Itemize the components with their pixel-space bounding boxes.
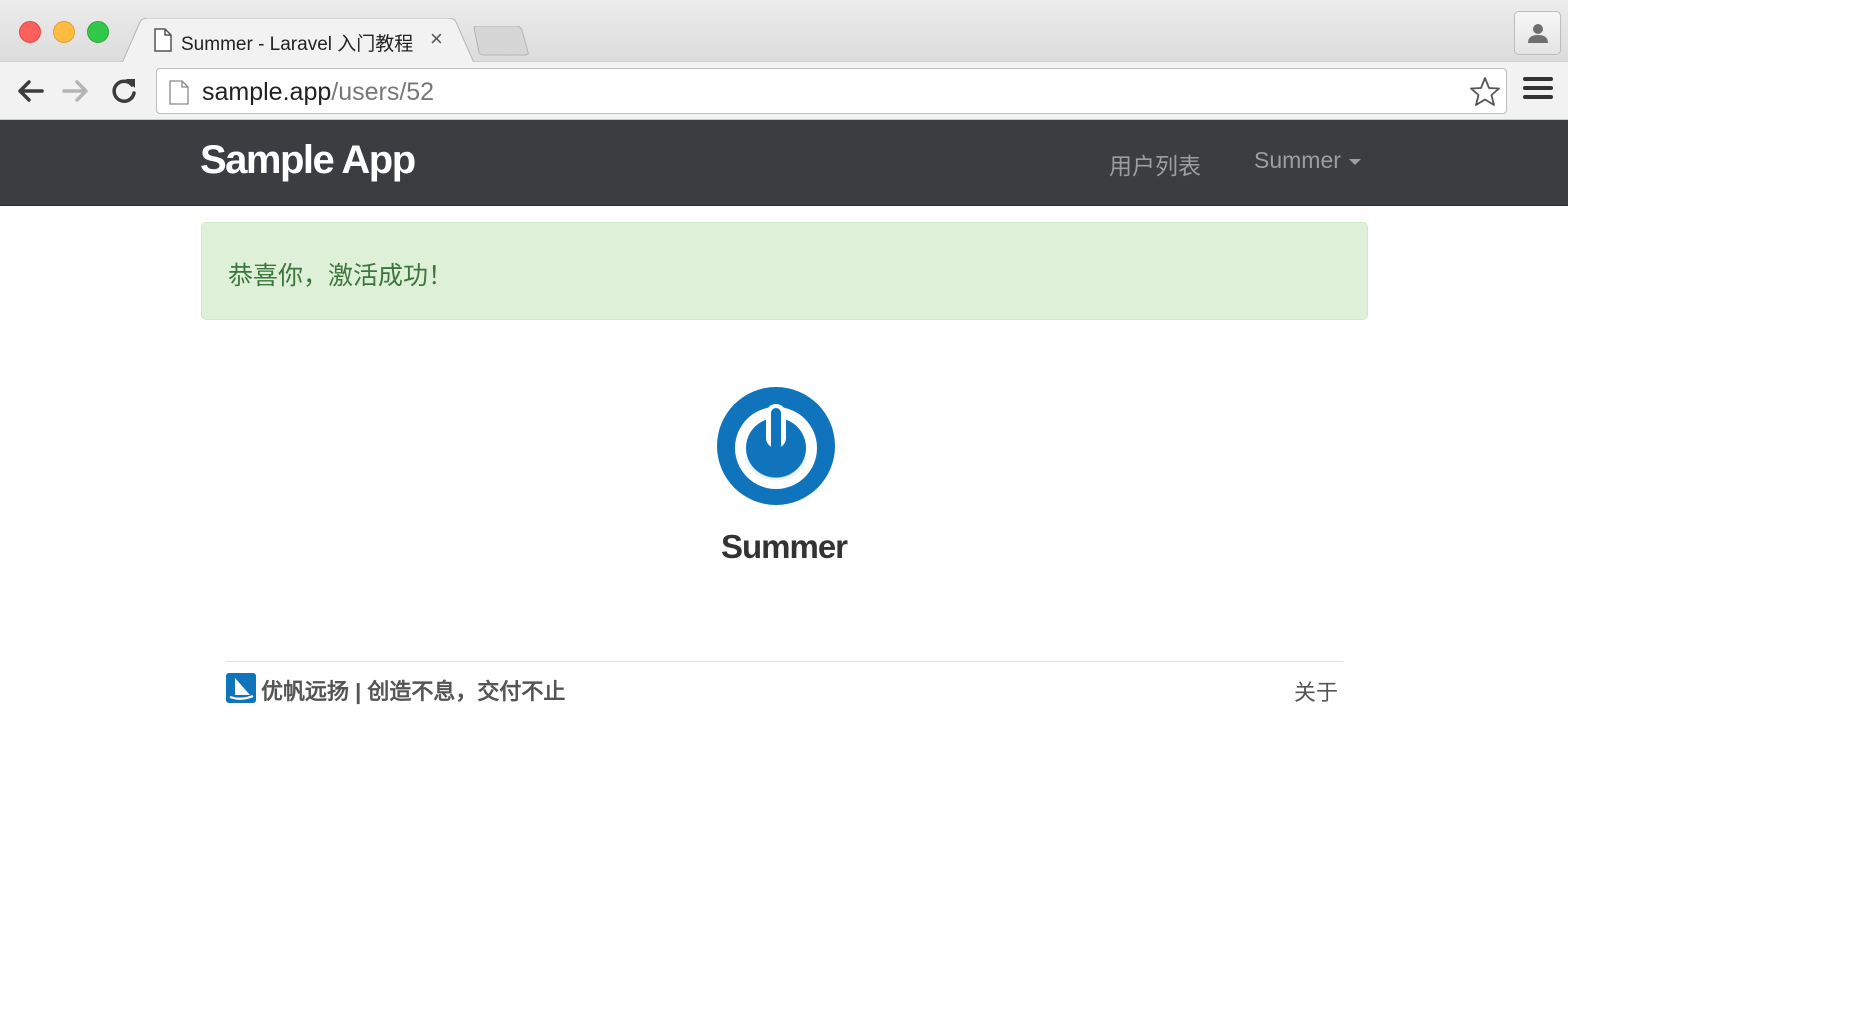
document-icon xyxy=(169,80,189,105)
browser-titlebar: Summer - Laravel 入门教程 × xyxy=(0,0,1568,63)
browser-tab-active[interactable]: Summer - Laravel 入门教程 × xyxy=(122,18,474,63)
success-alert: 恭喜你，激活成功！ xyxy=(201,222,1368,320)
forward-arrow-icon[interactable] xyxy=(60,76,92,106)
app-navbar: Sample App 用户列表 Summer xyxy=(0,120,1568,206)
footer-slogan: 优帆远扬 | 创造不息，交付不止 xyxy=(261,679,566,704)
back-arrow-icon[interactable] xyxy=(14,76,46,106)
nav-users-link[interactable]: 用户列表 xyxy=(1109,147,1201,181)
address-bar[interactable]: sample.app/users/52 xyxy=(156,68,1507,114)
new-tab-button[interactable] xyxy=(472,26,530,56)
brand-logo[interactable]: Sample App xyxy=(200,138,416,183)
user-dropdown-label: Summer xyxy=(1254,147,1341,173)
url-path: /users/52 xyxy=(331,78,435,106)
user-dropdown[interactable]: Summer xyxy=(1254,147,1361,174)
reload-icon[interactable] xyxy=(108,76,140,106)
alert-message: 恭喜你，激活成功！ xyxy=(228,262,454,290)
caret-down-icon xyxy=(1348,158,1361,165)
browser-toolbar: sample.app/users/52 xyxy=(0,62,1568,120)
tab-close-icon[interactable]: × xyxy=(430,26,443,52)
person-icon xyxy=(1528,24,1548,43)
window-minimize-button[interactable] xyxy=(53,21,75,43)
bookmark-star-icon[interactable] xyxy=(1469,76,1501,108)
page-icon xyxy=(154,28,172,52)
url-host: sample.app xyxy=(202,78,332,106)
tab-title: Summer - Laravel 入门教程 xyxy=(181,34,414,55)
window-maximize-button[interactable] xyxy=(87,21,109,43)
footer-about-link[interactable]: 关于 xyxy=(1294,675,1338,707)
avatar[interactable] xyxy=(716,386,836,506)
browser-menu-icon[interactable] xyxy=(1523,77,1553,105)
profile-button[interactable] xyxy=(1514,11,1561,55)
window-close-button[interactable] xyxy=(19,21,41,43)
profile-name: Summer xyxy=(720,528,848,565)
sailboat-logo-icon xyxy=(226,673,256,703)
footer-divider xyxy=(226,661,1343,662)
url-text: sample.app/users/52 xyxy=(202,78,434,107)
